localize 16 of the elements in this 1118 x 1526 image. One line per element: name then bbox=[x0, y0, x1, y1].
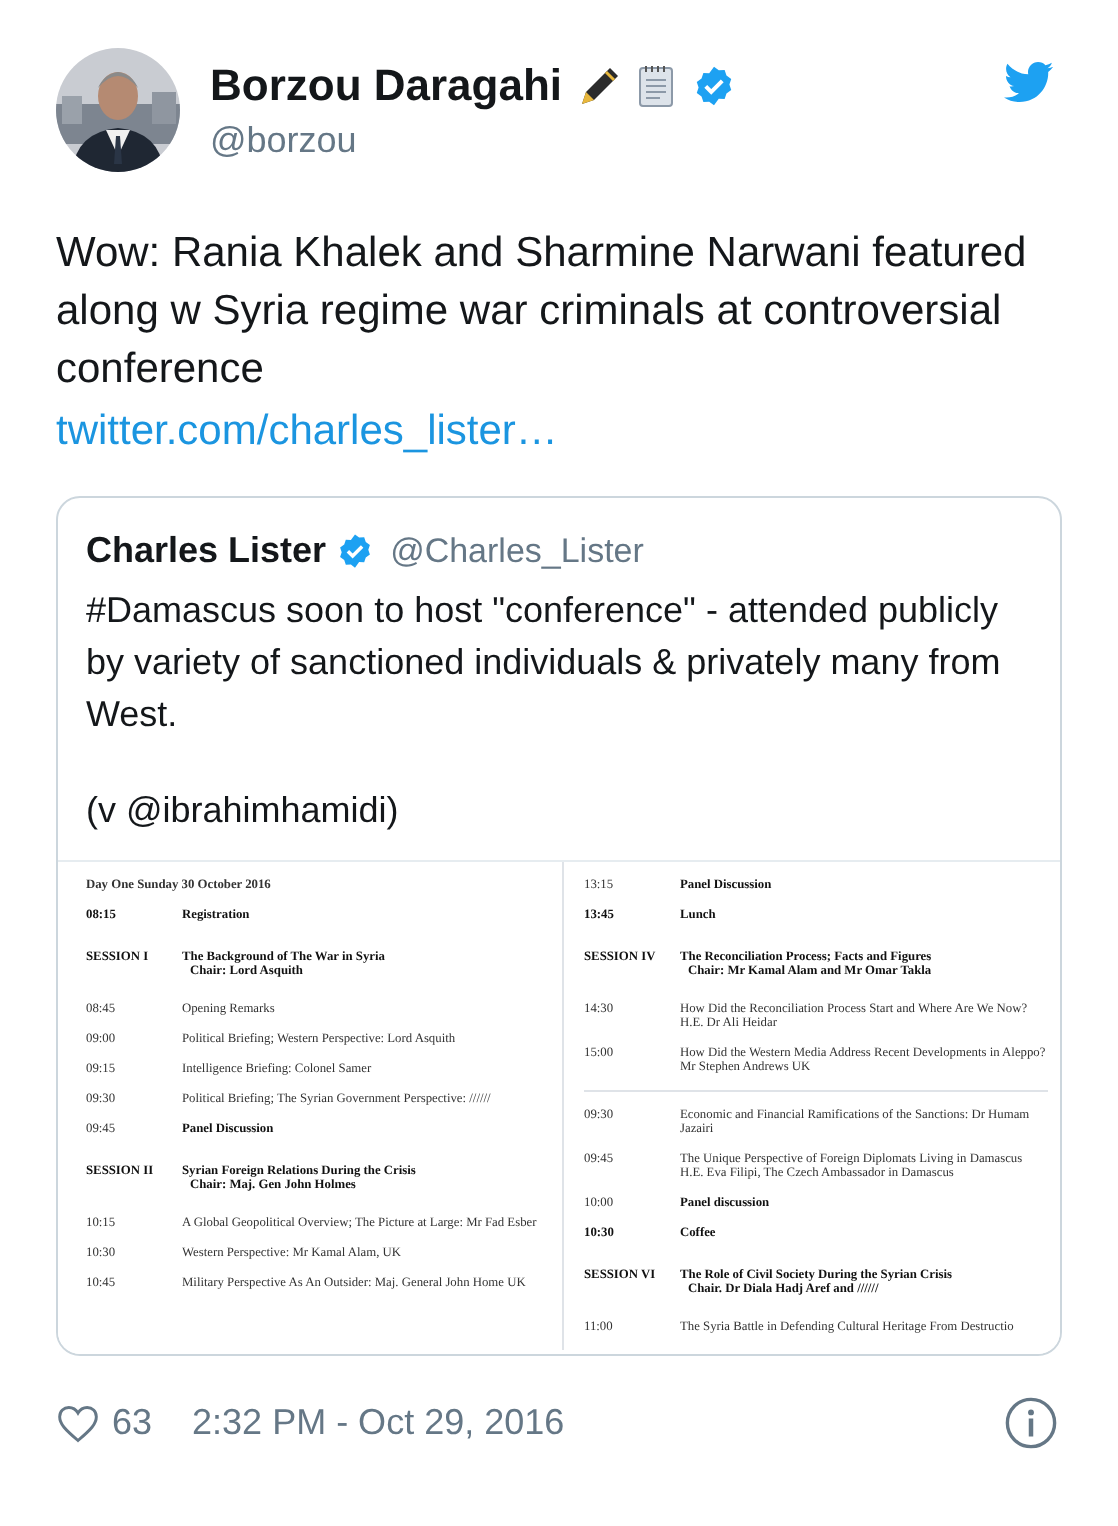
tweet-link[interactable]: twitter.com/charles_lister… bbox=[56, 402, 1062, 460]
quoted-author-handle: @Charles_Lister bbox=[390, 531, 644, 571]
quoted-tweet-text: #Damascus soon to host "conference" - attended publicly by variety of sanctioned individuals & privately many from West. bbox=[86, 588, 1003, 738]
info-icon[interactable] bbox=[1004, 1396, 1058, 1450]
quoted-author-name: Charles Lister bbox=[86, 530, 327, 572]
quoted-tweet-card[interactable] bbox=[56, 496, 1062, 1356]
author-name: Borzou Daragahi bbox=[210, 59, 563, 111]
verified-badge-icon bbox=[692, 63, 737, 107]
tweet-timestamp[interactable]: 2:32 PM - Oct 29, 2016 bbox=[192, 1402, 1004, 1444]
quoted-tweet-text: (v @ibrahimhamidi) bbox=[86, 788, 401, 834]
tweet-text: Wow: Rania Khalek and Sharmine Narwani featured along w Syria regime war criminals at controversial conference bbox=[56, 228, 1029, 396]
heart-icon[interactable] bbox=[56, 1401, 100, 1445]
author-handle: @borzou bbox=[210, 119, 359, 161]
bird-icon[interactable] bbox=[1002, 56, 1054, 108]
like-count: 63 bbox=[112, 1402, 153, 1444]
verified-badge-icon bbox=[336, 532, 375, 570]
